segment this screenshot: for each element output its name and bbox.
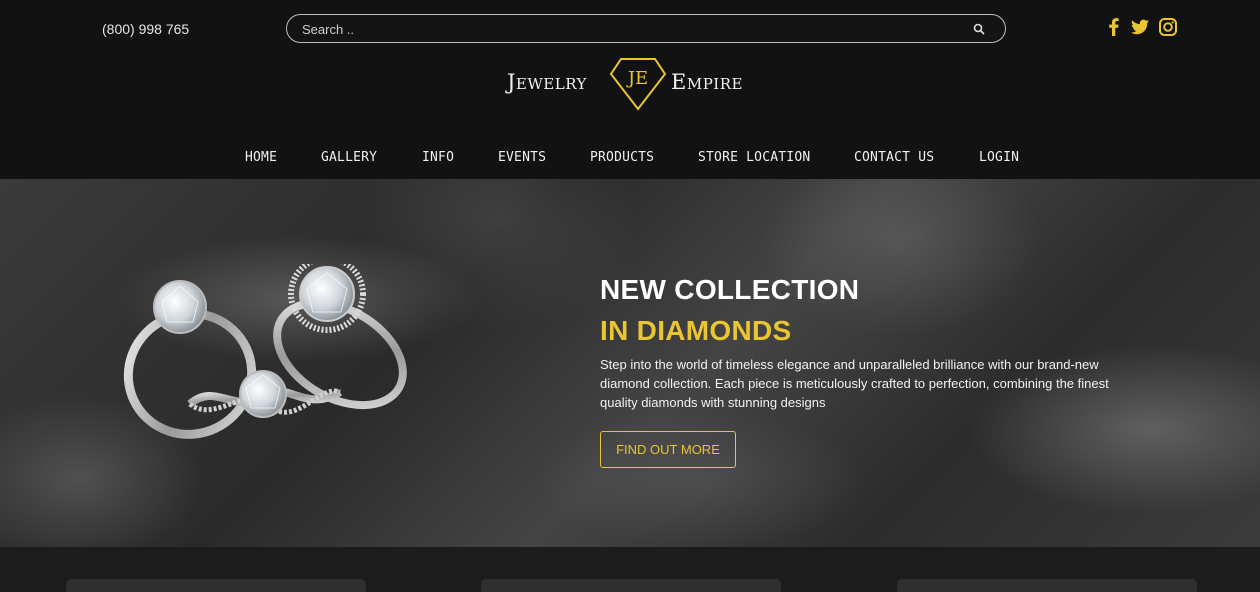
phone-number[interactable]: (800) 998 765 [102,21,189,37]
diamond-monogram-icon: JE [609,58,667,111]
search-input[interactable] [302,20,942,38]
feature-card[interactable] [897,579,1197,592]
site-logo[interactable]: Jewelry JE Empire [505,56,760,116]
main-nav: HOME GALLERY INFO EVENTS PRODUCTS STORE … [0,150,1260,168]
hero-banner: NEW COLLECTION IN DIAMONDS Step into the… [0,179,1260,547]
instagram-icon[interactable] [1157,16,1179,38]
nav-events[interactable]: EVENTS [498,150,546,165]
logo-monogram: JE [626,68,648,89]
search-bar[interactable] [286,14,1006,43]
hero-description: Step into the world of timeless elegance… [600,357,1109,410]
logo-word-left: Jewelry [507,70,587,94]
diamond-rings-image [123,264,407,439]
nav-home[interactable]: HOME [245,150,277,165]
search-icon[interactable] [973,23,985,35]
nav-products[interactable]: PRODUCTS [590,150,654,165]
nav-gallery[interactable]: GALLERY [321,150,377,165]
feature-card[interactable] [66,579,366,592]
facebook-icon[interactable] [1103,16,1125,38]
nav-info[interactable]: INFO [422,150,454,165]
hero-subtitle: IN DIAMONDS [600,315,792,346]
nav-contact-us[interactable]: CONTACT US [854,150,934,165]
nav-store-location[interactable]: STORE LOCATION [698,150,810,165]
nav-login[interactable]: LOGIN [979,150,1019,165]
site-header: (800) 998 765 Jewelry JE Empire HOME GAL… [0,0,1260,179]
hero-title: NEW COLLECTION [600,274,860,305]
twitter-icon[interactable] [1129,16,1151,38]
feature-card[interactable] [481,579,781,592]
featured-section [0,547,1260,592]
logo-word-right: Empire [671,70,743,94]
find-out-more-button[interactable]: FIND OUT MORE [600,431,736,468]
